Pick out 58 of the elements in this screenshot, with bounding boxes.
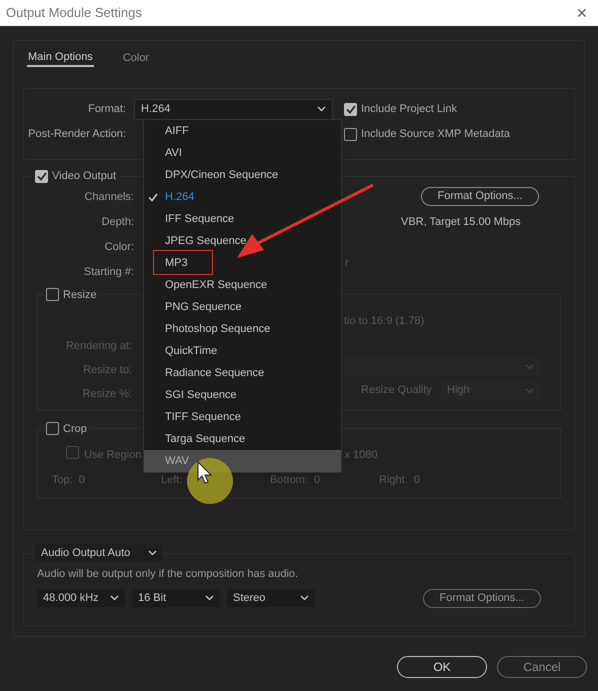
window-title: Output Module Settings <box>6 4 142 22</box>
checkbox-label: Include Project Link <box>361 102 457 117</box>
checkbox[interactable] <box>46 422 59 436</box>
menu-item[interactable]: AIFF <box>144 120 341 142</box>
field-label: Post-Render Action: <box>27 126 127 142</box>
format-options-button[interactable]: Format Options... <box>421 186 539 206</box>
menu-item[interactable]: H.264 <box>144 186 341 208</box>
menu-item[interactable]: WAV <box>144 450 341 472</box>
format-options-button[interactable]: Format Options... <box>423 588 541 608</box>
chevron-icon <box>300 595 309 601</box>
checkbox[interactable] <box>35 170 48 183</box>
audio-mode-select[interactable]: Audio Output Auto <box>35 544 163 562</box>
field-label: Color: <box>104 240 134 254</box>
field-label: Depth: <box>100 214 134 230</box>
group-label: Resize <box>63 288 97 302</box>
tab[interactable]: Color <box>122 49 150 67</box>
audio-note: Audio will be output only if the composition has audio. <box>37 567 300 582</box>
audio-select[interactable]: 48.000 kHz <box>37 589 125 607</box>
check-icon <box>148 192 158 202</box>
check-icon <box>36 172 46 181</box>
menu-item[interactable]: OpenEXR Sequence <box>144 274 341 296</box>
menu-item[interactable]: SGI Sequence <box>144 384 341 406</box>
group-label: Video Output <box>52 169 116 184</box>
menu-item[interactable]: IFF Sequence <box>144 208 341 230</box>
group-label: Crop <box>63 422 87 436</box>
chevron-icon <box>205 595 214 601</box>
checkbox-label: Include Source XMP Metadata <box>361 126 510 142</box>
bitrate-text: VBR, Target 15.00 Mbps <box>401 214 522 230</box>
checkbox[interactable] <box>344 128 357 140</box>
audio-select[interactable]: Stereo <box>227 589 315 607</box>
menu-item[interactable]: Photoshop Sequence <box>144 318 341 340</box>
close-button[interactable]: ✕ <box>576 2 592 24</box>
ok-button[interactable]: OK <box>397 656 487 678</box>
menu-item[interactable]: Targa Sequence <box>144 428 341 450</box>
chevron-icon <box>525 364 534 370</box>
check-icon <box>346 104 356 114</box>
menu-item[interactable]: QuickTime <box>144 340 341 362</box>
checkbox[interactable] <box>344 102 357 116</box>
tab[interactable]: Main Options <box>27 49 94 67</box>
checkbox[interactable] <box>66 446 79 459</box>
menu-item[interactable]: PNG Sequence <box>144 296 341 318</box>
field-label: Format: <box>87 102 127 117</box>
menu-item[interactable]: AVI <box>144 142 341 164</box>
menu-item[interactable]: Radiance Sequence <box>144 362 341 384</box>
menu-item[interactable]: MP3 <box>144 252 341 274</box>
checkbox[interactable] <box>46 288 59 302</box>
menu-item[interactable]: TIFF Sequence <box>144 406 341 428</box>
menu-item[interactable]: JPEG Sequence <box>144 230 341 252</box>
format-select[interactable]: H.264 <box>134 98 333 120</box>
chevron-icon <box>317 106 326 112</box>
chevron-icon <box>525 388 534 394</box>
cancel-button[interactable]: Cancel <box>497 656 587 678</box>
chevron-icon <box>148 550 157 556</box>
audio-select[interactable]: 16 Bit <box>132 589 220 607</box>
field-label: Starting #: <box>82 264 134 280</box>
menu-item[interactable]: DPX/Cineon Sequence <box>144 164 341 186</box>
field-label: Channels: <box>83 190 134 204</box>
chevron-icon <box>110 595 119 601</box>
